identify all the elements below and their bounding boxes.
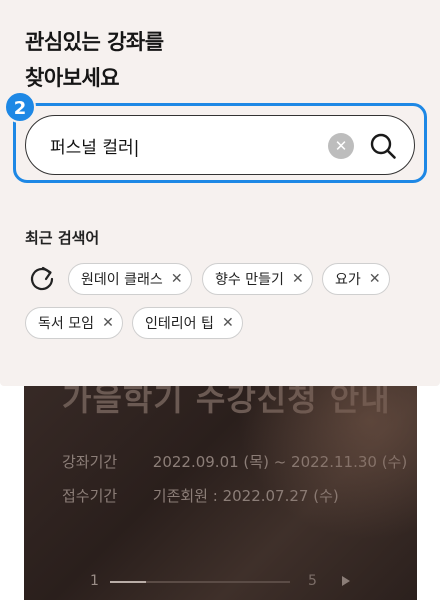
pager-progress-fill [110,581,146,583]
banner-registration-row: 접수기간 기존회원 : 2022.07.27 (수) [62,485,339,506]
recent-searches-label: 최근 검색어 [25,229,100,247]
close-icon[interactable]: ✕ [284,271,312,287]
close-icon[interactable]: ✕ [94,315,122,331]
banner-pager: 1 5 [90,573,360,589]
banner-period-row: 강좌기간 2022.09.01 (목) ~ 2022.11.30 (수) [62,451,407,472]
banner-period-label: 강좌기간 [62,453,118,471]
chip-label: 인테리어 팁 [145,316,214,332]
chip-label: 독서 모임 [38,316,94,332]
recent-search-chip[interactable]: 독서 모임 ✕ [25,307,123,339]
chip-label: 향수 만들기 [215,272,284,288]
recent-search-chip[interactable]: 향수 만들기 ✕ [202,263,313,295]
headline-line-2: 찾아보세요 [25,66,120,90]
close-icon[interactable]: ✕ [214,315,242,331]
recent-search-chip[interactable]: 원데이 클래스 ✕ [68,263,192,295]
headline-line-1: 관심있는 강좌를 [25,30,164,54]
play-icon[interactable] [342,576,350,586]
banner-registration-value: 기존회원 : 2022.07.27 (수) [152,487,339,505]
search-panel: 관심있는 강좌를 찾아보세요 2 ✕ 최근 검색어 원데이 클래스 ✕ 향수 만… [0,0,440,386]
pager-progress-track [110,581,290,583]
refresh-icon[interactable] [28,264,56,292]
step-badge: 2 [4,91,36,123]
banner-registration-label: 접수기간 [62,487,118,505]
page-title: 관심있는 강좌를 찾아보세요 [25,24,164,96]
recent-search-chip[interactable]: 요가 ✕ [322,263,390,295]
chip-label: 원데이 클래스 [81,272,163,288]
screen: 가을학기 수강신청 안내 강좌기간 2022.09.01 (목) ~ 2022.… [0,0,440,600]
recent-search-chip[interactable]: 인테리어 팁 ✕ [132,307,243,339]
banner-period-value: 2022.09.01 (목) ~ 2022.11.30 (수) [152,453,408,471]
clear-icon[interactable]: ✕ [328,133,354,159]
pager-current: 1 [90,573,99,589]
chip-label: 요가 [335,272,361,288]
search-box[interactable]: ✕ [25,115,415,175]
pager-total: 5 [308,573,317,589]
search-input[interactable] [50,133,300,157]
close-icon[interactable]: ✕ [361,271,389,287]
close-icon[interactable]: ✕ [163,271,191,287]
search-icon[interactable] [368,131,398,161]
